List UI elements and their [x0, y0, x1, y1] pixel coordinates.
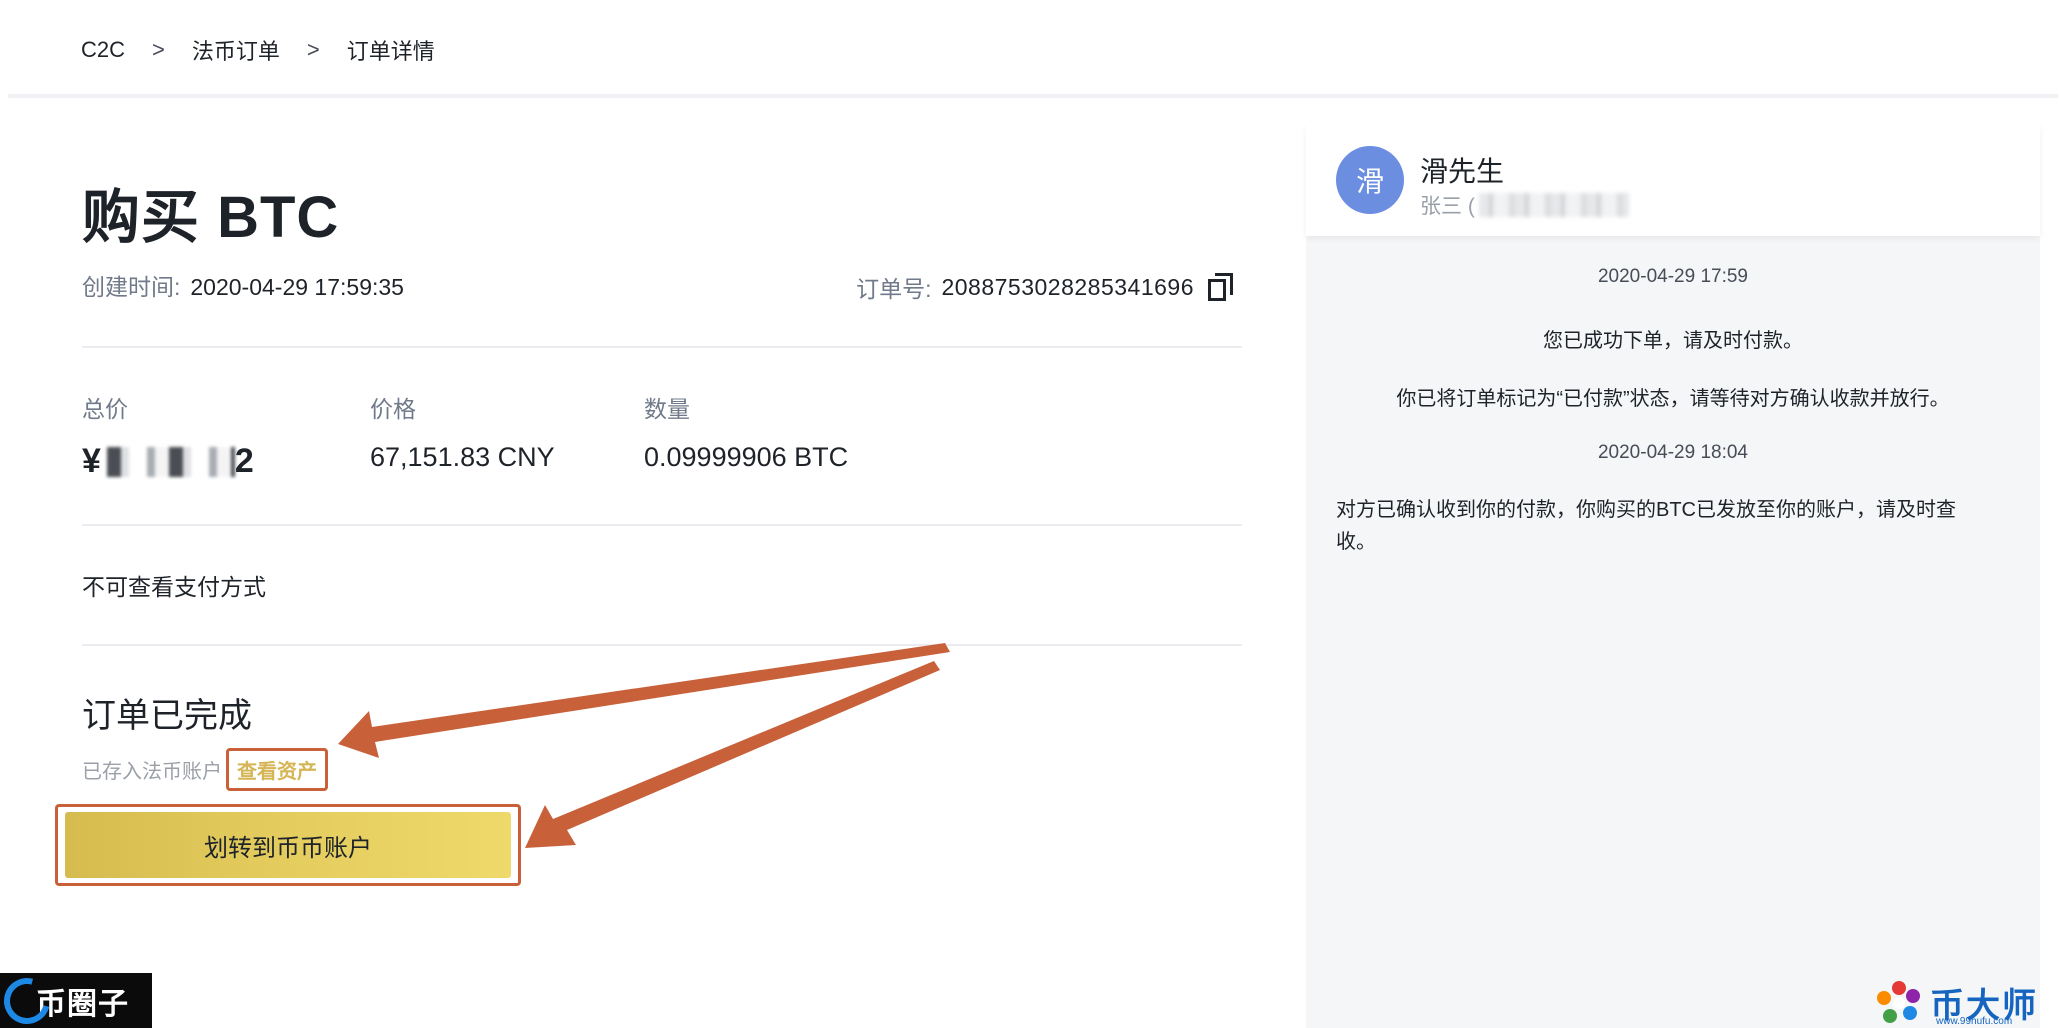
total-price-label: 总价 — [82, 396, 128, 422]
order-status-sub: 已存入法币账户 查看资产 — [82, 748, 328, 791]
counterparty-subtitle: 张三 ( — [1420, 190, 1629, 220]
total-price: 总价 ¥ 2 — [82, 390, 254, 481]
annotation-arrow-to-transfer-button — [525, 661, 940, 848]
divider — [82, 346, 1242, 348]
view-assets-link[interactable]: 查看资产 — [226, 748, 328, 791]
created-time: 创建时间: 2020-04-29 17:59:35 — [82, 268, 404, 302]
unit-price-value: 67,151.83 CNY — [370, 442, 555, 472]
quantity-label: 数量 — [644, 396, 690, 422]
payment-method-text: 不可查看支付方式 — [82, 574, 266, 600]
counterparty-name: 滑先生 — [1420, 156, 1505, 187]
divider — [82, 524, 1242, 526]
order-status-title: 订单已完成 — [82, 697, 252, 735]
transfer-to-spot-button[interactable]: 划转到币币账户 — [65, 812, 511, 878]
order-number-label: 订单号: — [856, 276, 932, 302]
page-title: 购买 BTC — [82, 185, 340, 250]
chat-header: 滑 滑先生 张三 ( — [1306, 124, 2040, 236]
annotation-arrow-to-view-assets — [338, 643, 950, 758]
chat-system-message: 您已成功下单，请及时付款。 — [1543, 330, 1803, 352]
breadcrumb-separator: > — [306, 37, 320, 62]
total-price-value: ¥ 2 — [82, 442, 254, 481]
chat-timestamp: 2020-04-29 18:04 — [1597, 442, 1748, 463]
watermark-right-url: www.99hufu.com — [1936, 1016, 2013, 1027]
chat-timestamp: 2020-04-29 17:59 — [1597, 266, 1748, 287]
breadcrumb-item-order-detail: 订单详情 — [346, 39, 435, 64]
unit-price-label: 价格 — [370, 396, 416, 422]
order-status-sub-text: 已存入法币账户 — [82, 761, 222, 783]
breadcrumb-item-fiat-orders[interactable]: 法币订单 — [192, 34, 280, 66]
quantity: 数量 0.09999906 BTC — [644, 390, 848, 473]
avatar: 滑 — [1336, 146, 1404, 214]
breadcrumb-item-c2c[interactable]: C2C — [81, 37, 125, 63]
copy-icon[interactable] — [1208, 273, 1234, 301]
watermark-logo-left: 币圈子 — [0, 969, 152, 1028]
watermark-logo-right: 币大师 www.99hufu.com — [1876, 980, 2056, 1028]
redacted-contact — [1478, 193, 1629, 217]
chat-panel: 滑 滑先生 张三 ( 2020-04-29 17:59 您已成功下单，请及时付款… — [1306, 124, 2040, 1028]
created-time-label: 创建时间: — [82, 274, 181, 300]
flower-logo-icon — [1877, 981, 1920, 1023]
quantity-value: 0.09999906 BTC — [644, 442, 849, 472]
breadcrumb-separator: > — [152, 37, 165, 62]
chat-system-message: 对方已确认收到你的付款，你购买的BTC已发放至你的账户，请及时查收。 — [1336, 499, 1956, 553]
divider — [82, 644, 1242, 646]
redacted-amount — [106, 446, 235, 477]
created-time-value: 2020-04-29 17:59:35 — [190, 274, 404, 300]
chat-system-message: 你已将订单标记为“已付款”状态，请等待对方确认收款并放行。 — [1396, 388, 1950, 410]
page: C2C > 法币订单 > 订单详情 购买 BTC 创建时间: 2020-04-29… — [0, 0, 2060, 1028]
counterparty-subtitle-text: 张三 ( — [1420, 195, 1475, 218]
top-bar: C2C > 法币订单 > 订单详情 — [8, 0, 2058, 98]
order-number: 订单号: 2088753028285341696 — [856, 270, 1234, 304]
currency-symbol: ¥ — [82, 442, 101, 480]
transfer-button-highlight: 划转到币币账户 — [55, 804, 521, 886]
breadcrumb: C2C > 法币订单 > 订单详情 — [81, 34, 435, 66]
unit-price: 价格 67,151.83 CNY — [370, 390, 555, 473]
total-price-last-digit: 2 — [234, 442, 254, 480]
order-number-value: 2088753028285341696 — [941, 273, 1194, 300]
